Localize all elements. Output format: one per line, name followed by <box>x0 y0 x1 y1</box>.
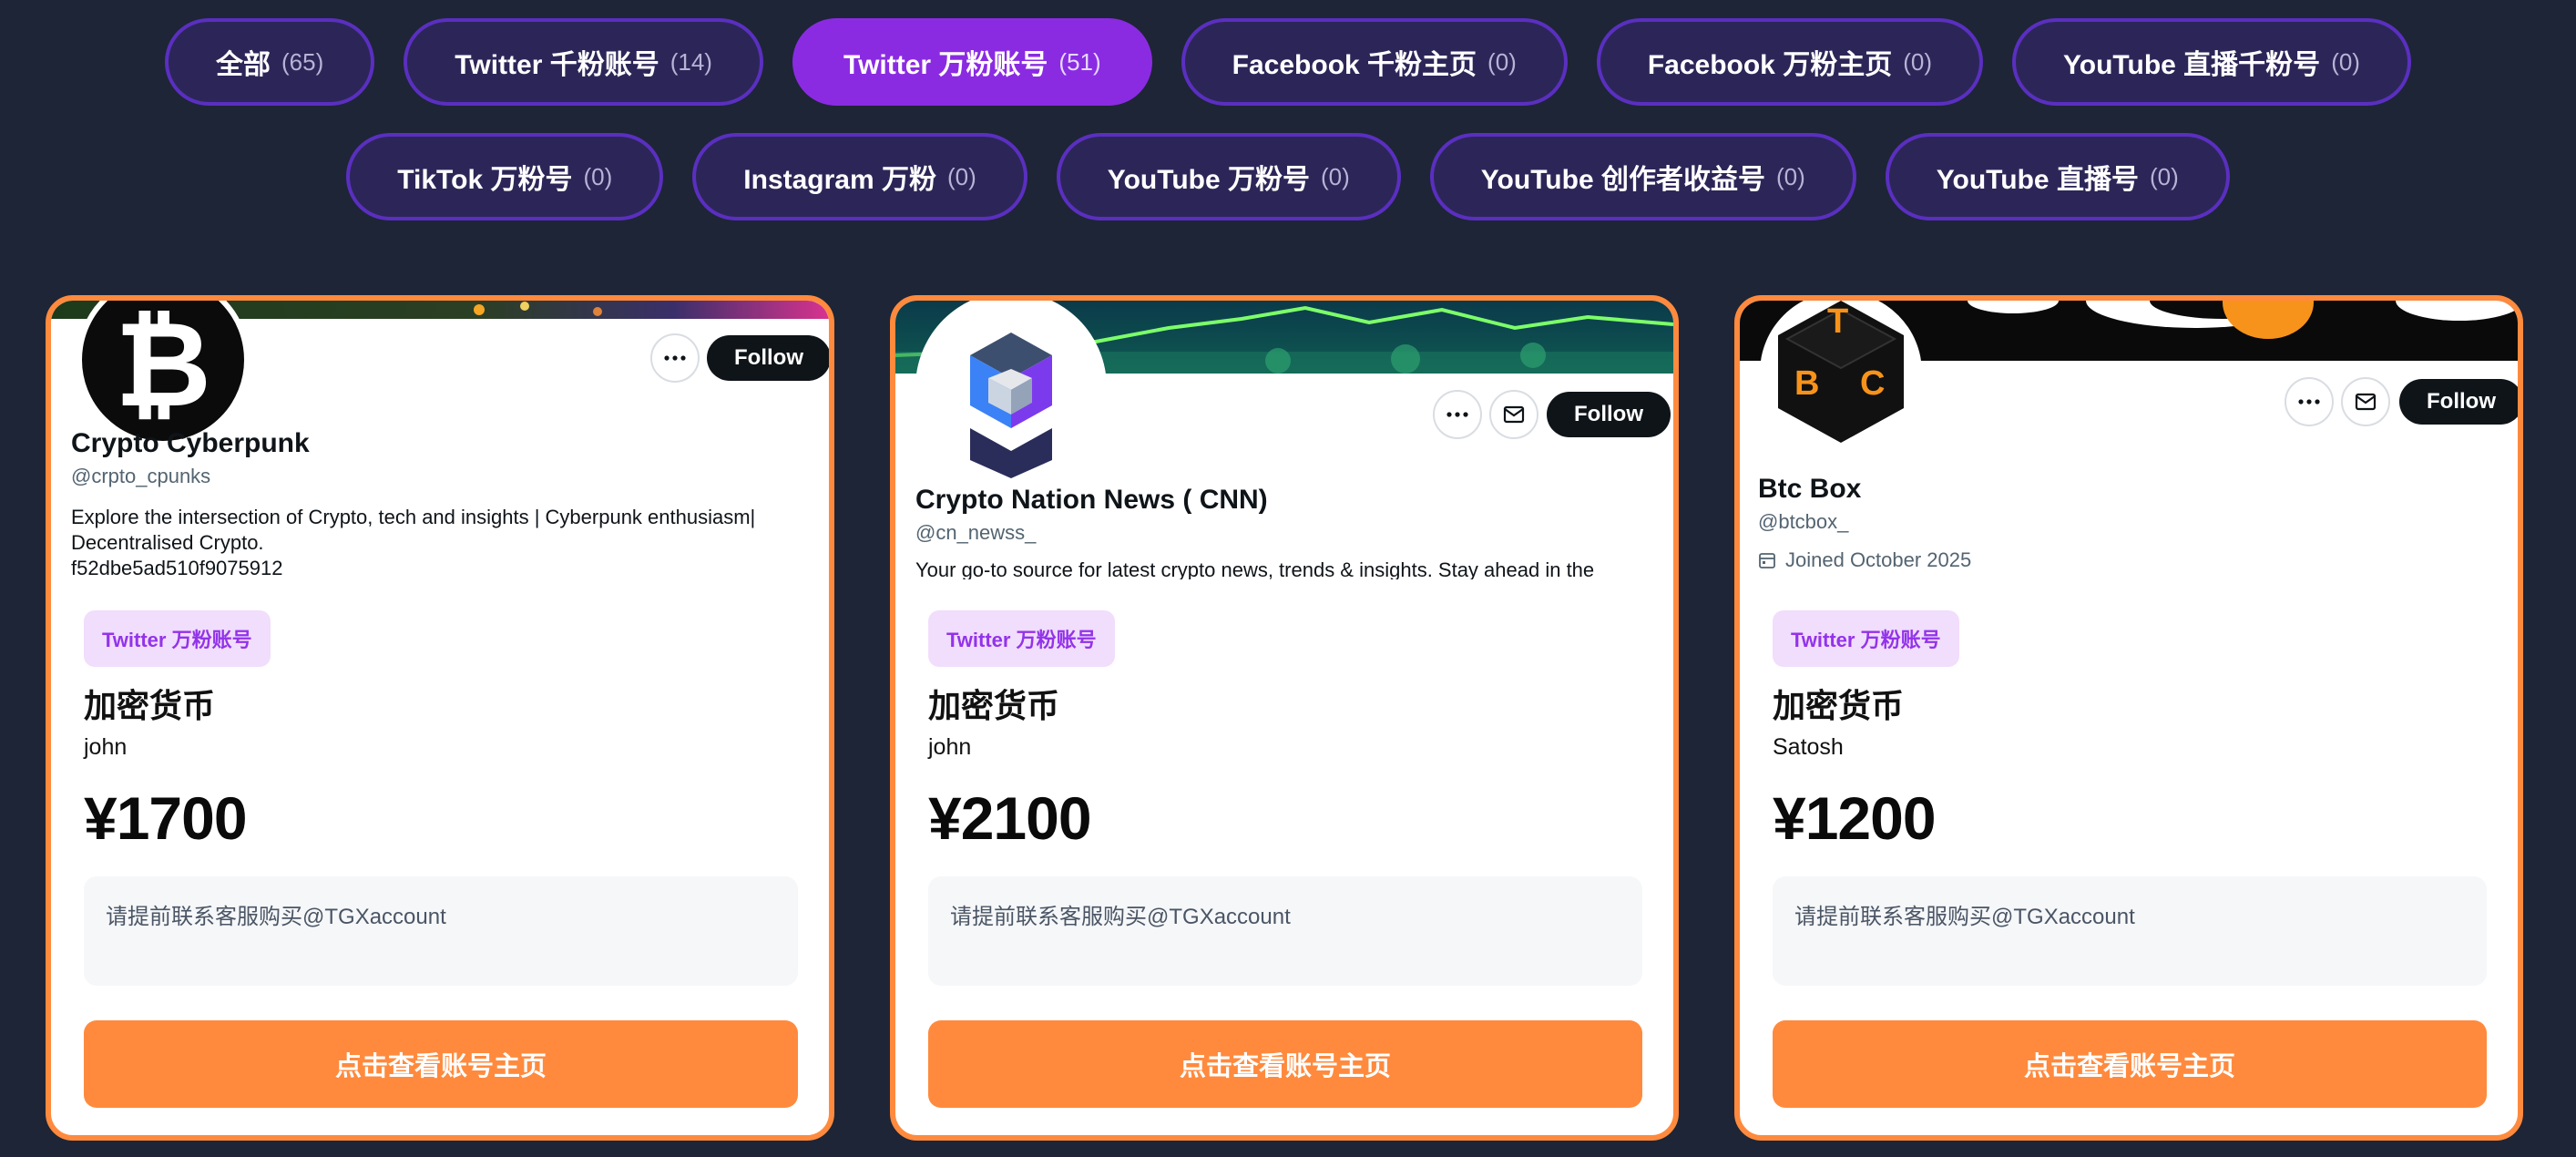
bio-line: Your go-to source for latest crypto news… <box>915 558 1595 579</box>
profile-preview: ₿ Follow Crypto Cyberpunk @crpto_cpunks … <box>51 301 829 579</box>
filter-count: (0) <box>2149 162 2179 190</box>
account-type-tag: Twitter 万粉账号 <box>928 610 1115 667</box>
joined-text: Joined October 2025 <box>1785 548 1972 571</box>
bio-line: Decentralised Crypto. <box>71 531 264 554</box>
profile-name: Crypto Nation News ( CNN) <box>915 485 1268 515</box>
filter-tiktok-10k[interactable]: TikTok 万粉号 (0) <box>346 133 664 220</box>
account-card: ₿ Follow Crypto Cyberpunk @crpto_cpunks … <box>46 295 834 1141</box>
account-category: 加密货币 <box>928 687 1060 724</box>
seller-name: john <box>928 734 972 760</box>
cube-letter-t: T <box>1827 302 1849 341</box>
filter-count: (0) <box>1775 162 1805 190</box>
filter-label: TikTok 万粉号 <box>397 165 573 195</box>
filter-row-1: 全部 (65) Twitter 千粉账号 (14) Twitter 万粉账号 (… <box>0 18 2576 106</box>
message-button[interactable] <box>1489 390 1538 439</box>
more-icon <box>2298 399 2320 404</box>
price: ¥2100 <box>928 784 1092 852</box>
filter-all[interactable]: 全部 (65) <box>165 18 375 106</box>
more-options-button[interactable] <box>2285 377 2334 426</box>
profile-bio: Explore the intersection of Crypto, tech… <box>71 505 800 579</box>
filter-youtube-live-1k[interactable]: YouTube 直播千粉号 (0) <box>2011 18 2411 106</box>
filter-count: (65) <box>281 47 324 76</box>
filter-count: (0) <box>1487 47 1517 76</box>
filter-label: Facebook 万粉主页 <box>1647 50 1893 80</box>
cube-logo-icon <box>970 333 1052 478</box>
avatar: ₿ <box>77 301 250 446</box>
filter-count: (0) <box>2331 47 2360 76</box>
calendar-icon <box>1759 553 1775 568</box>
filter-count: (0) <box>947 162 976 190</box>
seller-name: Satosh <box>1773 734 1844 760</box>
filter-label: Twitter 万粉账号 <box>843 50 1048 80</box>
message-button[interactable] <box>2341 377 2390 426</box>
filter-label: YouTube 直播号 <box>1936 165 2139 195</box>
bio-line: f52dbe5ad510f9075912 <box>71 557 283 579</box>
view-profile-button[interactable]: 点击查看账号主页 <box>928 1020 1642 1108</box>
account-category: 加密货币 <box>84 687 216 724</box>
seller-name: john <box>84 734 128 760</box>
profile-name: Crypto Cyberpunk <box>71 428 310 458</box>
more-options-button[interactable] <box>650 333 700 383</box>
filter-count: (0) <box>583 162 613 190</box>
account-type-tag: Twitter 万粉账号 <box>84 610 271 667</box>
price: ¥1200 <box>1773 784 1937 852</box>
cube-letter-c: C <box>1860 364 1886 403</box>
more-icon <box>664 355 686 361</box>
account-category: 加密货币 <box>1773 687 1905 724</box>
profile-handle: @btcbox_ <box>1758 510 1849 533</box>
more-options-button[interactable] <box>1433 390 1482 439</box>
profile-name: Btc Box <box>1758 474 1862 504</box>
filter-instagram-10k[interactable]: Instagram 万粉 (0) <box>692 133 1027 220</box>
filter-count: (0) <box>1903 47 1932 76</box>
follow-button[interactable]: Follow <box>707 335 829 381</box>
filter-facebook-10k[interactable]: Facebook 万粉主页 (0) <box>1596 18 1983 106</box>
bitcoin-icon: ₿ <box>115 301 211 431</box>
purchase-notice: 请提前联系客服购买@TGXaccount <box>928 876 1642 986</box>
purchase-notice: 请提前联系客服购买@TGXaccount <box>1773 876 2487 986</box>
view-profile-button[interactable]: 点击查看账号主页 <box>1773 1020 2487 1108</box>
filter-twitter-10k[interactable]: Twitter 万粉账号 (51) <box>792 18 1152 106</box>
follow-button[interactable]: Follow <box>1547 392 1671 437</box>
filter-label: YouTube 直播千粉号 <box>2062 50 2321 80</box>
filter-facebook-1k[interactable]: Facebook 千粉主页 (0) <box>1181 18 1568 106</box>
cube-letter-b: B <box>1794 364 1820 403</box>
price: ¥1700 <box>84 784 248 852</box>
filter-count: (51) <box>1058 47 1101 76</box>
filter-label: Instagram 万粉 <box>743 165 936 195</box>
avatar <box>915 301 1107 483</box>
bio-line: Explore the intersection of Crypto, tech… <box>71 506 756 528</box>
filter-count: (14) <box>670 47 712 76</box>
filter-label: Facebook 千粉主页 <box>1232 50 1477 80</box>
filter-youtube-10k[interactable]: YouTube 万粉号 (0) <box>1056 133 1401 220</box>
filter-twitter-1k[interactable]: Twitter 千粉账号 (14) <box>404 18 763 106</box>
envelope-icon <box>1503 405 1525 424</box>
profile-bio: Your go-to source for latest crypto news… <box>915 558 1644 579</box>
account-card: Follow Crypto Nation News ( CNN) @cn_new… <box>890 295 1679 1141</box>
follow-button[interactable]: Follow <box>2399 379 2518 425</box>
envelope-icon <box>2355 393 2377 411</box>
avatar: T B C <box>1760 301 1922 454</box>
profile-preview: Follow Crypto Nation News ( CNN) @cn_new… <box>895 301 1673 579</box>
filter-youtube-monetized[interactable]: YouTube 创作者收益号 (0) <box>1429 133 1856 220</box>
more-icon <box>1446 412 1468 417</box>
account-card: T B C Follow Btc Box @btcbox_ Joined Oct… <box>1734 295 2523 1141</box>
profile-handle: @cn_newss_ <box>915 521 1037 544</box>
account-type-tag: Twitter 万粉账号 <box>1773 610 1959 667</box>
joined-date: Joined October 2025 <box>1758 548 1971 572</box>
purchase-notice: 请提前联系客服购买@TGXaccount <box>84 876 798 986</box>
filter-youtube-live[interactable]: YouTube 直播号 (0) <box>1885 133 2230 220</box>
filter-label: 全部 <box>216 50 271 80</box>
filter-count: (0) <box>1320 162 1350 190</box>
view-profile-button[interactable]: 点击查看账号主页 <box>84 1020 798 1108</box>
filter-row-2: TikTok 万粉号 (0) Instagram 万粉 (0) YouTube … <box>0 133 2576 220</box>
filter-label: Twitter 千粉账号 <box>455 50 659 80</box>
profile-handle: @crpto_cpunks <box>71 465 211 487</box>
filter-label: YouTube 创作者收益号 <box>1480 165 1765 195</box>
filter-label: YouTube 万粉号 <box>1107 165 1310 195</box>
profile-preview: T B C Follow Btc Box @btcbox_ Joined Oct… <box>1740 301 2518 579</box>
